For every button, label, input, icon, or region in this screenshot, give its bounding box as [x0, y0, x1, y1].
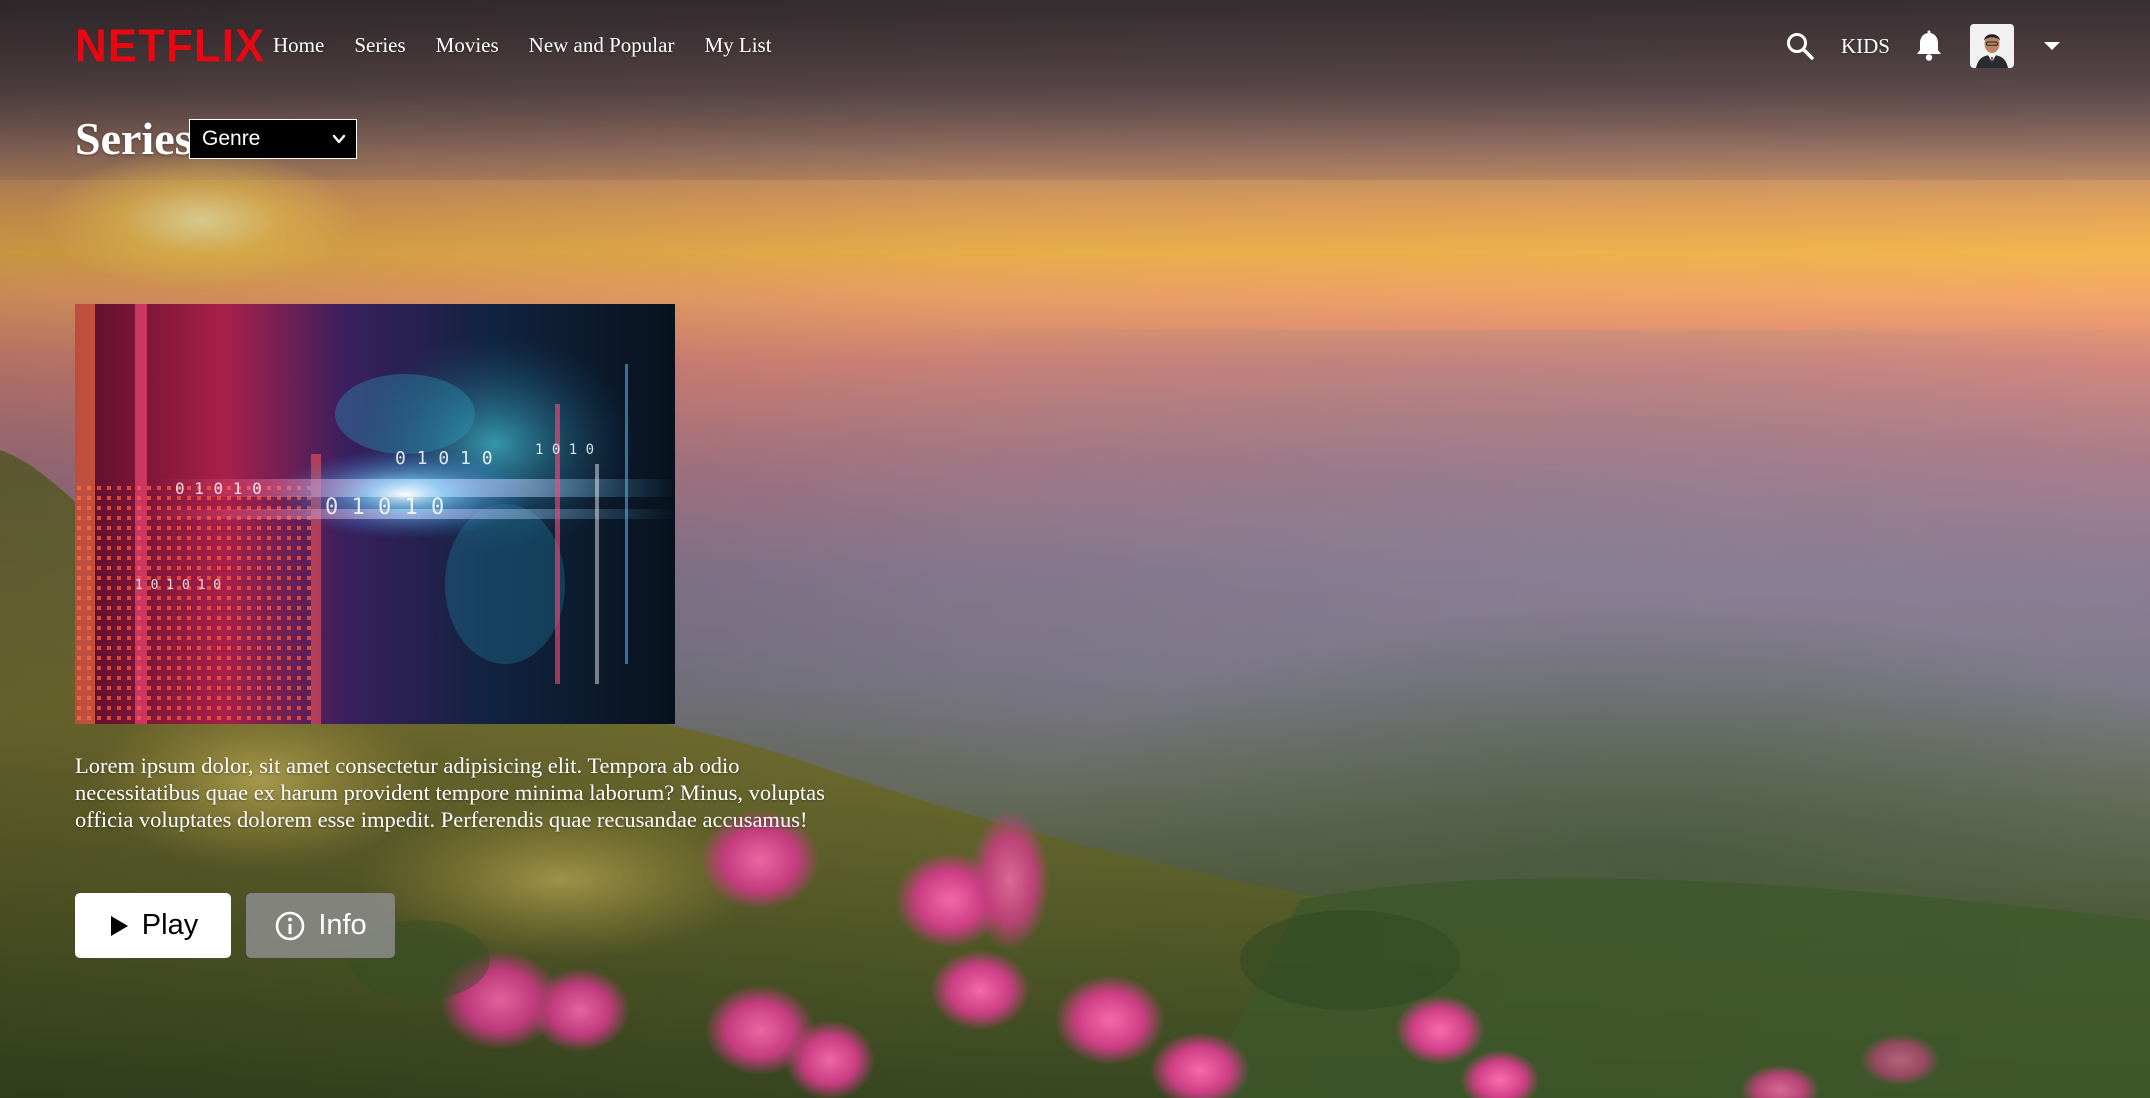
chevron-down-icon: [332, 134, 346, 144]
kids-link[interactable]: KIDS: [1841, 34, 1890, 59]
svg-text:1 0 1 0 1 0: 1 0 1 0 1 0: [135, 578, 221, 593]
play-button-label: Play: [141, 909, 199, 941]
genre-select-value: Genre: [202, 127, 261, 150]
nav-actions: KIDS: [1785, 22, 2060, 70]
featured-poster[interactable]: 0 1 0 1 0 0 1 0 1 0 0 1 0 1 0 1 0 1 0 1 …: [75, 304, 675, 724]
svg-text:0 1 0 1 0: 0 1 0 1 0: [175, 479, 262, 498]
play-icon: [110, 915, 128, 936]
page-title: Series: [75, 113, 193, 164]
nav-link-my-list[interactable]: My List: [704, 33, 771, 58]
search-icon[interactable]: [1785, 31, 1815, 61]
nav-link-new-and-popular[interactable]: New and Popular: [529, 33, 675, 58]
user-photo-icon: [1970, 24, 2014, 68]
info-button-label: Info: [318, 909, 367, 941]
profile-avatar[interactable]: [1970, 24, 2014, 68]
top-navbar: NETFLIX Home Series Movies New and Popul…: [0, 0, 2150, 92]
svg-text:1 0 1 0: 1 0 1 0: [535, 442, 594, 458]
svg-text:0 1 0 1 0: 0 1 0 1 0: [395, 448, 493, 469]
info-button[interactable]: Info: [246, 893, 395, 958]
caret-down-icon[interactable]: [2044, 42, 2060, 50]
genre-select[interactable]: Genre: [189, 119, 357, 159]
featured-poster-image: 0 1 0 1 0 0 1 0 1 0 0 1 0 1 0 1 0 1 0 1 …: [75, 304, 675, 724]
nav-link-movies[interactable]: Movies: [436, 33, 499, 58]
play-button[interactable]: Play: [75, 893, 231, 958]
featured-description: Lorem ipsum dolor, sit amet consectetur …: [75, 753, 825, 832]
netflix-logo[interactable]: NETFLIX: [75, 21, 265, 74]
primary-nav: Home Series Movies New and Popular My Li…: [273, 33, 772, 58]
bell-icon[interactable]: [1914, 30, 1944, 62]
info-icon: [276, 911, 305, 940]
nav-link-series[interactable]: Series: [354, 33, 405, 58]
nav-link-home[interactable]: Home: [273, 33, 324, 58]
svg-text:0 1 0 1 0: 0 1 0 1 0: [325, 495, 444, 520]
